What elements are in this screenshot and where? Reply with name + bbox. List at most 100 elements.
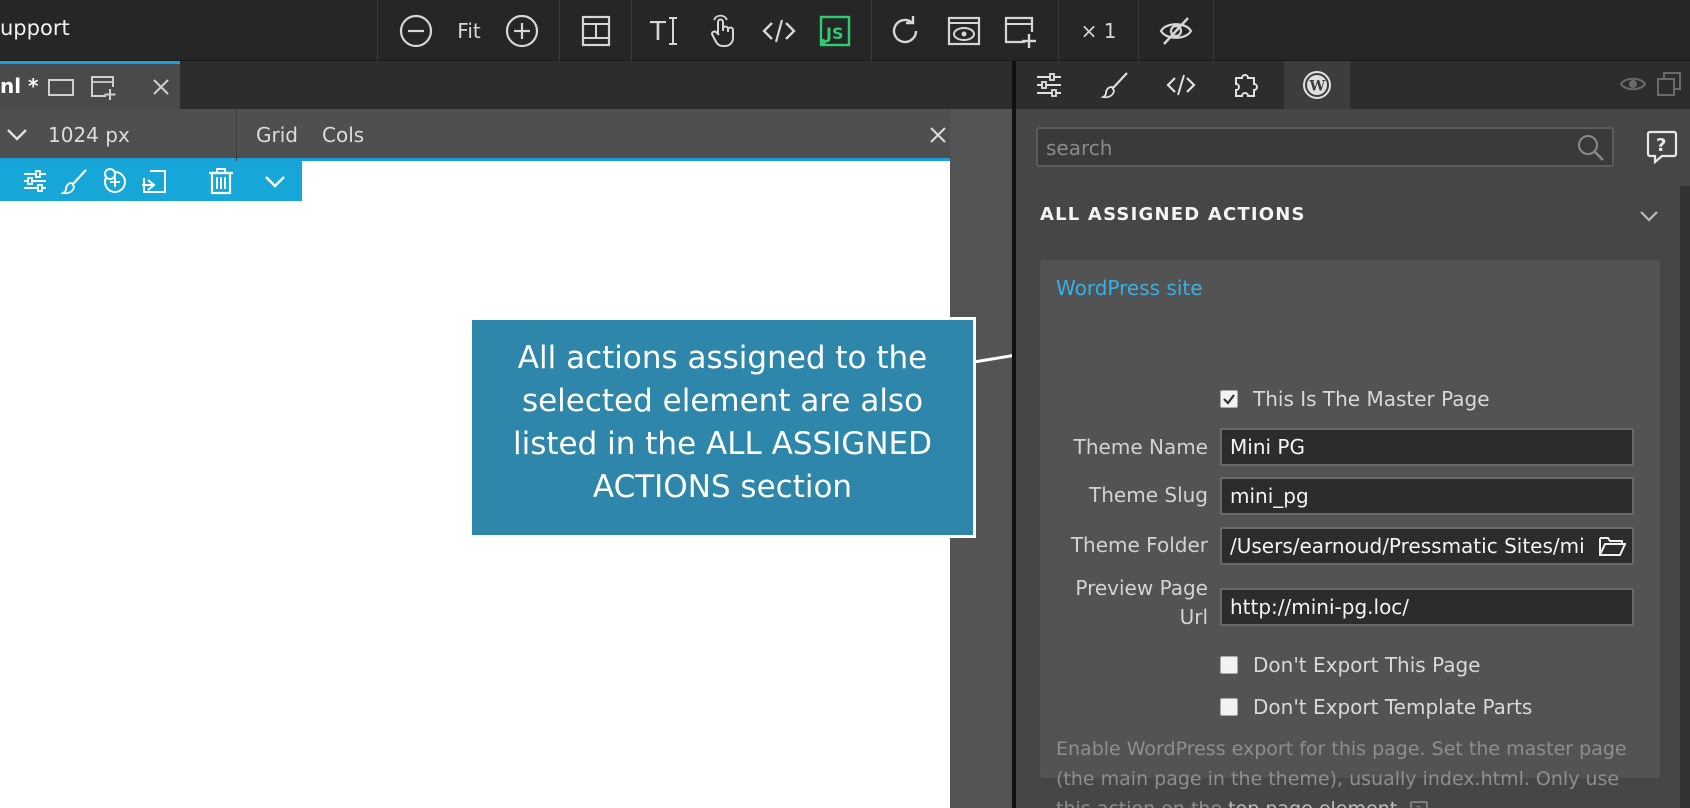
action-help-text: Enable WordPress export for this page. S… bbox=[1056, 734, 1636, 808]
action-card: WordPress site This Is The Master Page T… bbox=[1040, 260, 1660, 808]
master-page-checkbox[interactable] bbox=[1220, 390, 1238, 408]
multiplier-group: × 1 bbox=[1058, 0, 1138, 61]
theme-name-field[interactable]: Mini PG bbox=[1220, 428, 1634, 466]
theme-folder-field[interactable]: /Users/earnoud/Pressmatic Sites/mi bbox=[1220, 527, 1634, 565]
dont-export-page-row[interactable]: Don't Export This Page bbox=[1220, 653, 1480, 677]
svg-text:?: ? bbox=[1656, 135, 1666, 156]
help-icon[interactable]: ? bbox=[1409, 800, 1429, 808]
master-page-label: This Is The Master Page bbox=[1253, 387, 1490, 411]
document-tab[interactable]: nl * bbox=[0, 61, 180, 109]
svg-text:W: W bbox=[1309, 79, 1326, 95]
refresh-button[interactable] bbox=[874, 0, 936, 61]
code-icon bbox=[1165, 69, 1197, 101]
close-tab-icon[interactable] bbox=[146, 72, 176, 102]
preview-icon bbox=[945, 12, 983, 50]
code-view-button[interactable] bbox=[751, 0, 807, 61]
interact-button[interactable] bbox=[695, 0, 751, 61]
wordpress-icon: W bbox=[1301, 69, 1333, 101]
eye-slash-icon bbox=[1157, 12, 1195, 50]
device-frame-icon[interactable] bbox=[46, 72, 76, 102]
fit-button[interactable]: Fit bbox=[442, 0, 496, 61]
dont-export-page-checkbox[interactable] bbox=[1220, 656, 1238, 674]
preview-url-field[interactable]: http://mini-pg.loc/ bbox=[1220, 588, 1634, 626]
tab-wordpress[interactable]: W bbox=[1284, 61, 1350, 109]
sliders-icon bbox=[1033, 69, 1065, 101]
js-icon: JS bbox=[816, 12, 854, 50]
help-icon[interactable]: ? bbox=[1644, 128, 1680, 164]
layout-group bbox=[559, 0, 631, 61]
search-icon[interactable] bbox=[1576, 133, 1606, 163]
chevron-down-icon[interactable] bbox=[260, 166, 290, 196]
add-page-icon bbox=[1001, 12, 1039, 50]
hand-pointer-icon bbox=[704, 12, 742, 50]
document-tab-bar: nl * bbox=[0, 61, 1012, 109]
panel-tabs: W bbox=[1016, 61, 1690, 109]
svg-text:JS: JS bbox=[825, 24, 843, 43]
svg-text:T: T bbox=[649, 17, 666, 47]
text-cursor-icon: T bbox=[646, 12, 684, 50]
eye-icon[interactable] bbox=[1618, 69, 1648, 99]
master-page-checkbox-row[interactable]: This Is The Master Page bbox=[1220, 387, 1490, 411]
search-input[interactable] bbox=[1046, 135, 1566, 161]
page-frame-button[interactable] bbox=[560, 0, 631, 61]
selected-element-toolbar bbox=[0, 161, 302, 201]
action-title[interactable]: WordPress site bbox=[1056, 276, 1203, 300]
preview-multiplier-button[interactable]: × 1 bbox=[1059, 0, 1138, 61]
toggle-hidden-button[interactable] bbox=[1139, 0, 1213, 61]
refresh-icon bbox=[886, 12, 924, 50]
page-layout-icon bbox=[577, 12, 615, 50]
new-page-icon[interactable] bbox=[88, 72, 118, 102]
add-element-icon[interactable] bbox=[100, 166, 130, 196]
help-text-strong: top page element. bbox=[1228, 798, 1403, 808]
chevron-down-icon[interactable] bbox=[1636, 203, 1662, 229]
cols-toggle[interactable]: Cols bbox=[322, 123, 364, 147]
preview-button[interactable] bbox=[936, 0, 992, 61]
zoom-out-button[interactable] bbox=[390, 0, 442, 61]
zoom-group: Fit bbox=[377, 0, 559, 61]
detach-panel-icon[interactable] bbox=[1654, 69, 1684, 99]
chevron-down-icon[interactable] bbox=[4, 121, 30, 147]
tab-components[interactable] bbox=[1214, 61, 1280, 109]
trash-icon[interactable] bbox=[206, 166, 236, 196]
preview-url-label-line2: Url bbox=[1179, 605, 1208, 629]
search-box bbox=[1036, 127, 1614, 167]
tutorial-callout: All actions assigned to the selected ele… bbox=[469, 317, 976, 538]
puzzle-icon bbox=[1231, 69, 1263, 101]
top-toolbar: upport Fit T JS × 1 bbox=[0, 0, 1690, 61]
scrollbar[interactable] bbox=[1680, 186, 1690, 808]
zoom-out-icon bbox=[397, 12, 435, 50]
theme-name-label: Theme Name bbox=[1073, 435, 1208, 459]
svg-text:?: ? bbox=[1416, 805, 1421, 808]
tab-code[interactable] bbox=[1148, 61, 1214, 109]
dont-export-parts-row[interactable]: Don't Export Template Parts bbox=[1220, 695, 1532, 719]
viewport-width[interactable]: 1024 px bbox=[48, 123, 130, 147]
dont-export-parts-label: Don't Export Template Parts bbox=[1253, 695, 1533, 719]
theme-slug-label: Theme Slug bbox=[1089, 483, 1208, 507]
dont-export-parts-checkbox[interactable] bbox=[1220, 698, 1238, 716]
app-title: upport bbox=[0, 16, 70, 40]
properties-panel: W ? ALL ASSIGNED ACTIONS WordPress site … bbox=[1012, 61, 1690, 808]
theme-slug-field[interactable]: mini_pg bbox=[1220, 477, 1634, 515]
properties-icon[interactable] bbox=[20, 166, 50, 196]
close-view-icon[interactable] bbox=[926, 123, 950, 147]
view-bar: 1024 px Grid Cols bbox=[0, 109, 950, 161]
visibility-group bbox=[1138, 0, 1214, 61]
section-title[interactable]: ALL ASSIGNED ACTIONS bbox=[1040, 204, 1306, 225]
theme-folder-label: Theme Folder bbox=[1070, 533, 1208, 557]
view-tools-group bbox=[871, 0, 1058, 61]
theme-folder-value: /Users/earnoud/Pressmatic Sites/mi bbox=[1230, 534, 1585, 558]
tab-styles[interactable] bbox=[1082, 61, 1148, 109]
insert-icon[interactable] bbox=[140, 166, 170, 196]
divider bbox=[236, 109, 237, 161]
add-page-button[interactable] bbox=[992, 0, 1048, 61]
grid-toggle[interactable]: Grid bbox=[256, 123, 298, 147]
document-tab-name: nl * bbox=[0, 74, 39, 98]
folder-open-icon[interactable] bbox=[1594, 531, 1630, 561]
zoom-in-icon bbox=[503, 12, 541, 50]
dont-export-page-label: Don't Export This Page bbox=[1253, 653, 1481, 677]
js-button[interactable]: JS bbox=[807, 0, 863, 61]
tab-properties[interactable] bbox=[1016, 61, 1082, 109]
text-edit-button[interactable]: T bbox=[635, 0, 695, 61]
brush-icon[interactable] bbox=[60, 166, 90, 196]
zoom-in-button[interactable] bbox=[496, 0, 548, 61]
